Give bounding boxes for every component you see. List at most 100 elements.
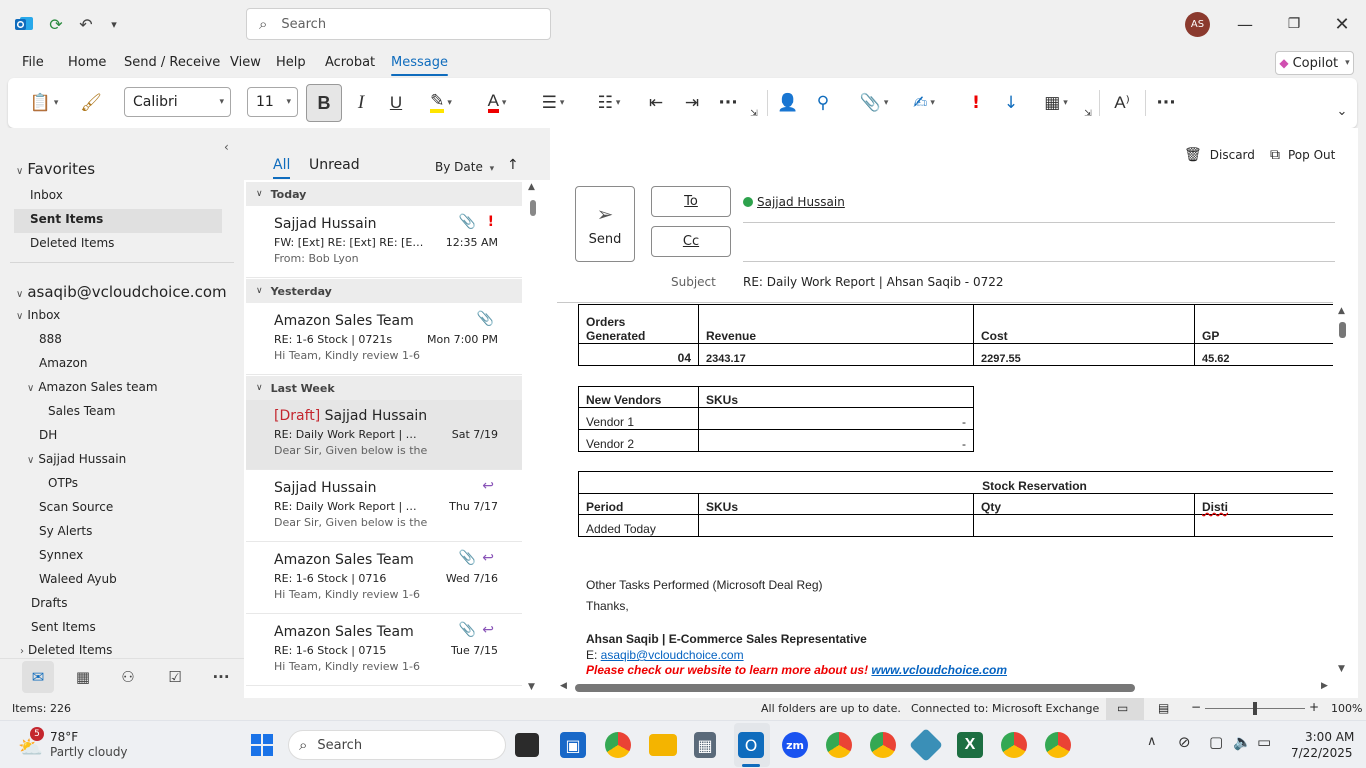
menu-acrobat[interactable]: Acrobat xyxy=(325,55,375,70)
more-options-icon[interactable]: ··· xyxy=(1153,90,1179,116)
collapse-pane-icon[interactable]: ‹ xyxy=(224,140,229,154)
scroll-thumb[interactable] xyxy=(530,200,536,216)
folder-favorites-sent-items[interactable]: Sent Items xyxy=(14,209,222,233)
scroll-thumb[interactable] xyxy=(1339,322,1346,338)
calculator-icon[interactable]: ▦ xyxy=(694,732,716,758)
collapse-ribbon-icon[interactable]: ⌄ xyxy=(1333,98,1351,124)
zoom-in-icon[interactable]: + xyxy=(1309,700,1319,714)
body-horizontal-scrollbar[interactable]: ◀ ▶ xyxy=(557,681,1337,695)
folder-sent-items[interactable]: Sent Items xyxy=(31,620,96,634)
account-header[interactable]: ∨ asaqib@vcloudchoice.com xyxy=(16,283,227,301)
folder-inbox[interactable]: ∨ Inbox xyxy=(16,308,60,322)
people-icon[interactable]: ⚇ xyxy=(117,667,139,687)
network-icon[interactable]: ⊘ xyxy=(1178,733,1191,751)
store-icon[interactable]: ▣ xyxy=(560,732,586,758)
folder-sy-alerts[interactable]: Sy Alerts xyxy=(39,524,92,538)
group-header-last-week[interactable]: ∨ Last Week xyxy=(246,376,522,400)
sync-icon[interactable]: ⟳ xyxy=(44,12,68,36)
chrome-profile-icon[interactable] xyxy=(826,732,852,758)
menu-message[interactable]: Message xyxy=(391,55,448,76)
cc-button[interactable]: Cc xyxy=(651,226,731,257)
group-header-yesterday[interactable]: ∨ Yesterday xyxy=(246,279,522,303)
zoom-app-icon[interactable]: zm xyxy=(782,732,808,758)
highlight-button[interactable]: ✎ ▾ xyxy=(420,90,462,116)
increase-indent-icon[interactable]: ⇥ xyxy=(680,90,704,116)
tab-all[interactable]: All xyxy=(273,157,290,173)
folder-sajjad-hussain[interactable]: ∨ Sajjad Hussain xyxy=(27,452,126,466)
tags-button[interactable]: ▦ ▾ xyxy=(1038,90,1074,116)
folder-favorites-deleted-items[interactable]: Deleted Items xyxy=(30,236,114,250)
font-size-select[interactable]: 11 ▾ xyxy=(247,87,298,117)
read-aloud-icon[interactable]: A⁾ xyxy=(1109,90,1135,116)
menu-file[interactable]: File xyxy=(22,55,44,70)
more-formatting-icon[interactable]: ··· xyxy=(716,90,740,116)
scroll-down-icon[interactable]: ▼ xyxy=(1338,664,1345,674)
discard-button[interactable]: 🗑 Discard xyxy=(1184,147,1255,163)
address-book-icon[interactable]: 👤 xyxy=(776,90,800,116)
font-family-select[interactable]: Calibri ▾ xyxy=(124,87,231,117)
high-importance-icon[interactable]: ! xyxy=(965,90,987,116)
group-header-today[interactable]: ∨ Today xyxy=(246,182,522,206)
folder-deleted-items[interactable]: › Deleted Items xyxy=(20,643,112,657)
folder-waleed-ayub[interactable]: Waleed Ayub xyxy=(39,572,117,586)
list-item[interactable]: [Draft] Sajjad Hussain RE: Daily Work Re… xyxy=(246,400,522,470)
decrease-indent-icon[interactable]: ⇤ xyxy=(644,90,668,116)
format-painter-icon[interactable]: 🖌 xyxy=(80,90,102,116)
send-button[interactable]: ➢ Send xyxy=(575,186,635,262)
scroll-thumb[interactable] xyxy=(575,684,1135,692)
to-recipient[interactable]: Sajjad Hussain xyxy=(743,195,845,209)
bold-button[interactable]: B xyxy=(306,84,342,122)
battery-icon[interactable]: ▭ xyxy=(1257,733,1271,751)
copilot-button[interactable]: ◆ Copilot ▾ xyxy=(1275,51,1354,75)
mail-icon[interactable]: ✉ xyxy=(27,667,49,687)
chrome-profile-icon[interactable] xyxy=(870,732,896,758)
app-icon[interactable] xyxy=(909,728,943,762)
list-item[interactable]: Amazon Sales Team RE: 1-6 Stock | 0715 H… xyxy=(246,616,522,686)
folder-favorites-inbox[interactable]: Inbox xyxy=(30,188,63,202)
tags-dialog-launcher-icon[interactable]: ⇲ xyxy=(1082,108,1094,120)
signature-email-link[interactable]: asaqib@vcloudchoice.com xyxy=(601,648,744,662)
tasks-icon[interactable]: ☑ xyxy=(164,667,186,687)
taskbar-search[interactable]: ⌕ Search xyxy=(288,730,506,760)
restore-button[interactable]: ❐ xyxy=(1279,10,1309,38)
zoom-out-icon[interactable]: − xyxy=(1191,700,1201,714)
start-button[interactable] xyxy=(247,730,277,760)
folder-scan-source[interactable]: Scan Source xyxy=(39,500,113,514)
font-color-button[interactable]: A ▾ xyxy=(476,90,518,116)
folder-dh[interactable]: DH xyxy=(39,428,57,442)
signature-web-link[interactable]: www.vcloudchoice.com xyxy=(871,663,1007,677)
subject-field[interactable]: RE: Daily Work Report | Ahsan Saqib - 07… xyxy=(743,275,1003,289)
list-item[interactable]: Amazon Sales Team RE: 1-6 Stock | 0721s … xyxy=(246,305,522,375)
scroll-down-icon[interactable]: ▼ xyxy=(528,682,535,692)
search-box[interactable]: ⌕ Search xyxy=(246,8,551,40)
undo-icon[interactable]: ↶ xyxy=(74,12,98,36)
menu-send-receive[interactable]: Send / Receive xyxy=(124,55,220,70)
numbering-button[interactable]: ☷ ▾ xyxy=(588,90,630,116)
scroll-left-icon[interactable]: ◀ xyxy=(560,681,567,691)
scroll-up-icon[interactable]: ▲ xyxy=(528,182,535,192)
clock-time[interactable]: 3:00 AM xyxy=(1305,730,1354,744)
list-item[interactable]: Sajjad Hussain FW: [Ext] RE: [Ext] RE: [… xyxy=(246,208,522,278)
scroll-up-icon[interactable]: ▲ xyxy=(1338,306,1345,316)
file-explorer-icon[interactable] xyxy=(649,734,677,756)
calendar-icon[interactable]: ▦ xyxy=(72,667,94,687)
chrome-profile-icon[interactable] xyxy=(1001,732,1027,758)
show-hidden-icons-icon[interactable]: ∧ xyxy=(1147,734,1157,749)
menu-help[interactable]: Help xyxy=(276,55,306,70)
body-vertical-scrollbar[interactable]: ▲ ▼ xyxy=(1337,304,1349,678)
pop-out-button[interactable]: ⧉ Pop Out xyxy=(1270,147,1335,163)
weather-widget[interactable]: ⛅ 5 xyxy=(16,727,44,759)
clock-date[interactable]: 7/22/2025 xyxy=(1291,746,1353,760)
display-icon[interactable]: ▢ xyxy=(1209,733,1223,751)
customize-toolbar-icon[interactable]: ▾ xyxy=(102,12,126,36)
menu-view[interactable]: View xyxy=(230,55,261,70)
attach-file-button[interactable]: 📎 ▾ xyxy=(856,90,892,116)
signature-button[interactable]: ✍ ▾ xyxy=(906,90,942,116)
sort-by-date[interactable]: By Date ▾ xyxy=(435,160,494,174)
low-importance-icon[interactable]: ↓ xyxy=(1000,90,1022,116)
list-item[interactable]: Amazon Sales Team RE: 1-6 Stock | 0716 H… xyxy=(246,544,522,614)
minimize-button[interactable]: — xyxy=(1230,10,1260,38)
menu-home[interactable]: Home xyxy=(68,55,106,70)
to-button[interactable]: To xyxy=(651,186,731,217)
message-list-scrollbar[interactable]: ▲ ▼ xyxy=(528,182,538,692)
